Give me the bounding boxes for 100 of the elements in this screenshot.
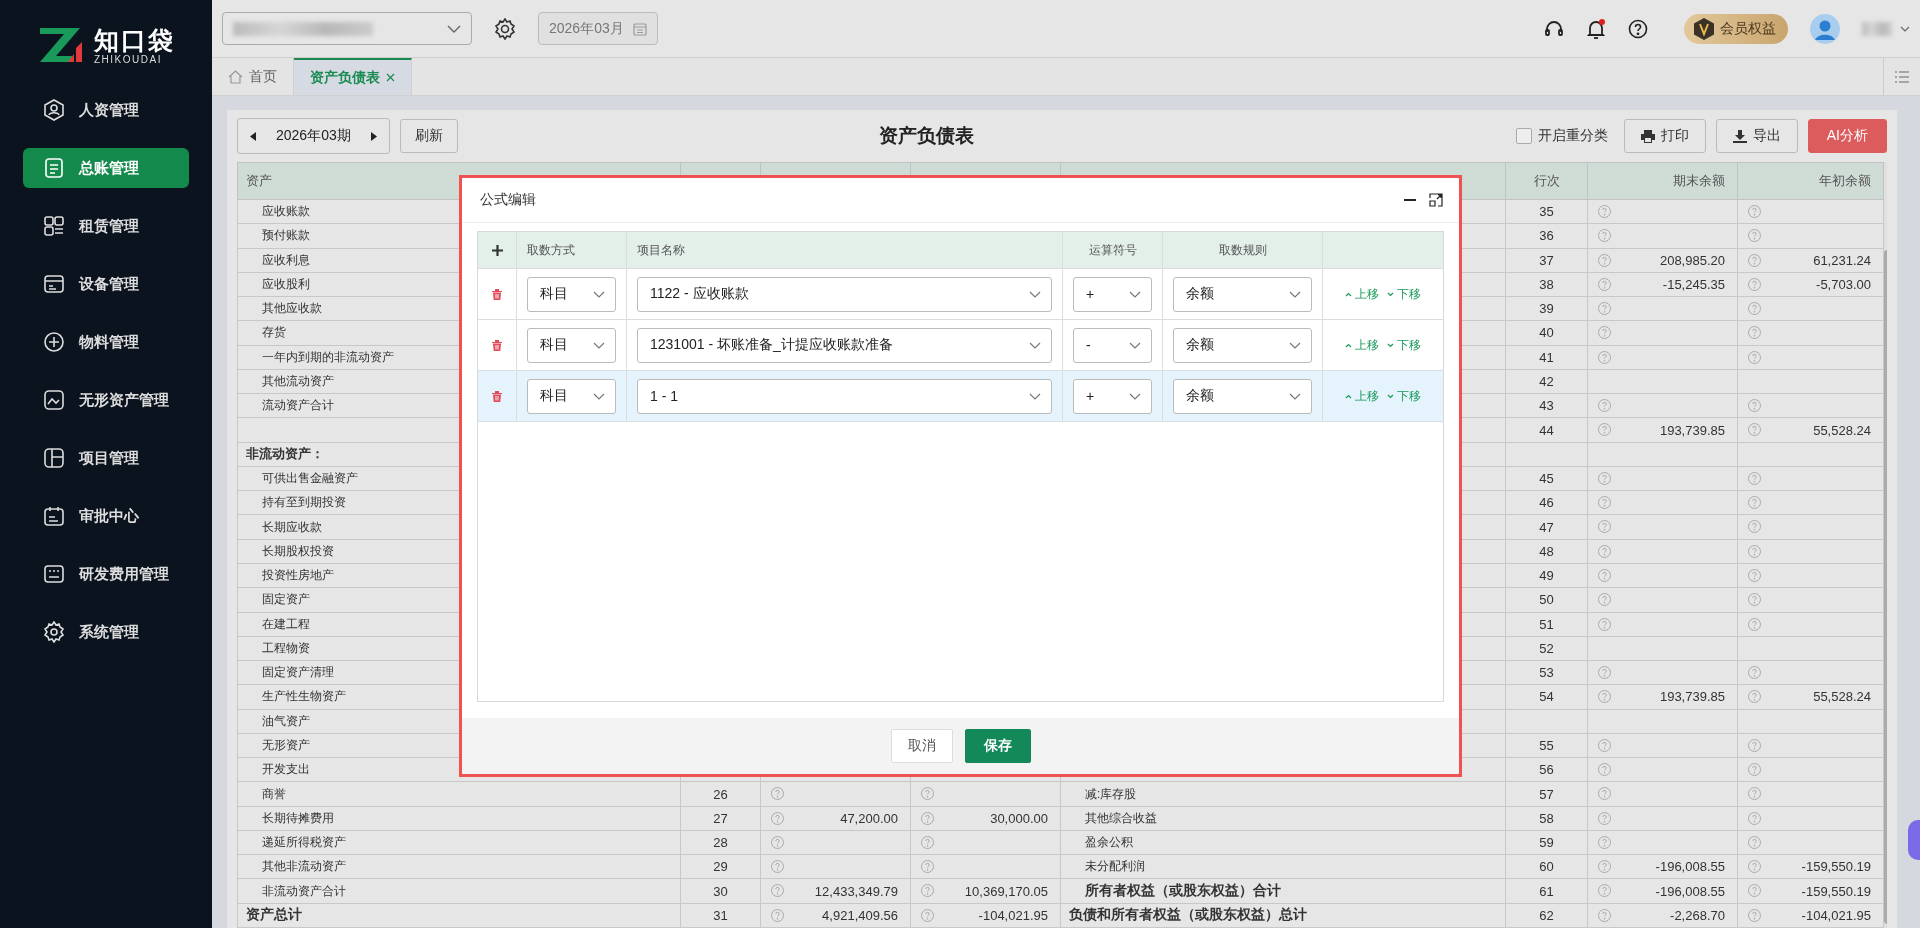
period-stepper[interactable]: 2026年03期	[237, 118, 390, 154]
column-header: 取数方式	[527, 241, 575, 259]
table-cell: 59	[1539, 835, 1554, 851]
bell-icon[interactable]	[1586, 17, 1606, 40]
formula-row[interactable]: 科目 1 - 1 + 余额 上移 下移	[478, 371, 1443, 422]
sidebar-item[interactable]: 研发费用管理	[23, 554, 189, 594]
sidebar-item[interactable]: 租赁管理	[23, 206, 189, 246]
help-icon[interactable]	[1628, 18, 1648, 39]
triangle-left-icon[interactable]	[250, 131, 256, 141]
table-cell: -159,550.19	[1801, 859, 1871, 875]
table-cell: 12,433,349.79	[814, 883, 898, 899]
dropdown[interactable]: 1231001 - 坏账准备_计提应收账款准备	[637, 327, 1052, 363]
print-button[interactable]: 打印	[1623, 119, 1706, 153]
export-button[interactable]: 导出	[1715, 119, 1798, 153]
table-cell: 52	[1539, 640, 1554, 656]
chevron-down-icon	[593, 341, 605, 349]
sidebar-item[interactable]: 系统管理	[23, 612, 189, 652]
table-cell: 40	[1539, 325, 1554, 341]
settings-icon[interactable]	[494, 17, 516, 40]
company-dropdown[interactable]	[222, 12, 472, 45]
dropdown[interactable]: 1122 - 应收账款	[637, 276, 1052, 312]
list-icon[interactable]	[1895, 70, 1909, 83]
table-cell-text: 一年内到期的非流动资产	[261, 349, 394, 364]
move-down-link[interactable]: 下移	[1387, 285, 1421, 303]
chevron-down-icon	[1289, 392, 1301, 400]
document-icon	[43, 157, 65, 179]
table-cell: 62	[1539, 907, 1554, 923]
table-cell: 193,739.85	[1659, 422, 1725, 438]
table-cell: 10,369,170.05	[964, 883, 1048, 899]
table-cell-text: 开发支出	[261, 762, 310, 777]
triangle-right-icon[interactable]	[370, 131, 377, 141]
table-cell-text: 未分配利润	[1084, 859, 1145, 874]
table-cell-text: 预付账款	[261, 228, 310, 243]
maximize-icon[interactable]	[1429, 193, 1443, 207]
table-cell: 43	[1539, 398, 1554, 414]
table-cell: 46	[1539, 495, 1554, 511]
refresh-button[interactable]: 刷新	[399, 119, 458, 153]
chevron-down-icon	[1129, 290, 1141, 298]
ai-analysis-button[interactable]: AI分析	[1807, 119, 1887, 153]
table-cell-text: 应收账款	[261, 204, 310, 219]
trash-icon[interactable]	[492, 339, 502, 351]
move-down-link[interactable]: 下移	[1387, 336, 1421, 354]
dropdown[interactable]: 1 - 1	[637, 378, 1052, 414]
checkbox[interactable]	[1515, 128, 1532, 144]
trash-icon[interactable]	[492, 390, 502, 402]
dropdown[interactable]: 余额	[1173, 327, 1312, 363]
table-cell: 37	[1539, 252, 1554, 268]
dropdown[interactable]: +	[1073, 378, 1152, 414]
chevron-down-icon[interactable]	[1900, 25, 1910, 32]
sidebar-item[interactable]: 设备管理	[23, 264, 189, 304]
reclassify-checkbox[interactable]: 开启重分类	[1515, 127, 1608, 145]
table-cell: 38	[1539, 276, 1554, 292]
avatar-icon[interactable]	[1810, 13, 1840, 44]
dropdown[interactable]: 余额	[1173, 276, 1312, 312]
month-field[interactable]: 2026年03月	[538, 12, 658, 45]
dropdown[interactable]: +	[1073, 276, 1152, 312]
close-icon[interactable]	[386, 73, 395, 82]
home-icon	[228, 69, 243, 84]
move-up-link[interactable]: 上移	[1345, 336, 1379, 354]
chevron-up-icon	[1345, 393, 1352, 399]
calendar-icon	[633, 21, 647, 36]
sidebar-item[interactable]: 总账管理	[23, 148, 189, 188]
member-badge[interactable]: 会员权益	[1684, 13, 1788, 44]
dropdown[interactable]: 科目	[527, 327, 616, 363]
table-cell-text: 持有至到期投资	[261, 495, 346, 510]
chevron-down-icon	[1289, 290, 1301, 298]
chat-bubble-icon[interactable]	[1908, 820, 1920, 860]
table-cell: 193,739.85	[1659, 689, 1725, 705]
table-cell-text: 其他非流动资产	[261, 859, 346, 874]
grid-icon	[43, 215, 65, 237]
move-up-link[interactable]: 上移	[1345, 285, 1379, 303]
column-header: 项目名称	[637, 241, 685, 259]
dropdown[interactable]: -	[1073, 327, 1152, 363]
cancel-button[interactable]: 取消	[890, 729, 953, 763]
table-cell: 28	[713, 835, 728, 851]
table-cell-text: 应收利息	[261, 252, 310, 267]
chevron-down-icon	[593, 290, 605, 298]
table-cell: 31	[713, 907, 728, 923]
dropdown[interactable]: 科目	[527, 378, 616, 414]
chevron-down-icon	[1289, 341, 1301, 349]
table-cell: 50	[1539, 592, 1554, 608]
dropdown[interactable]: 科目	[527, 276, 616, 312]
sidebar-item[interactable]: 人资管理	[23, 90, 189, 130]
dropdown[interactable]: 余额	[1173, 378, 1312, 414]
formula-row[interactable]: 科目 1122 - 应收账款 + 余额 上移 下移	[478, 269, 1443, 320]
dialog-title: 公式编辑	[480, 191, 537, 209]
formula-row[interactable]: 科目 1231001 - 坏账准备_计提应收账款准备 - 余额 上移 下移	[478, 320, 1443, 371]
table-cell-text: 长期待摊费用	[261, 810, 334, 825]
trash-icon[interactable]	[492, 288, 502, 300]
sidebar-item[interactable]: 审批中心	[23, 496, 189, 536]
sidebar-item[interactable]: 无形资产管理	[23, 380, 189, 420]
table-cell-text: 在建工程	[261, 616, 310, 631]
sidebar-item[interactable]: 物料管理	[23, 322, 189, 362]
save-button[interactable]: 保存	[964, 729, 1031, 763]
headset-icon[interactable]	[1544, 18, 1564, 39]
brand-subtitle: ZHIKOUDAI	[94, 53, 163, 65]
add-icon[interactable]	[491, 244, 503, 256]
table-cell-text: 工程物资	[261, 640, 310, 655]
table-cell: 44	[1539, 422, 1554, 438]
sidebar-item[interactable]: 项目管理	[23, 438, 189, 478]
